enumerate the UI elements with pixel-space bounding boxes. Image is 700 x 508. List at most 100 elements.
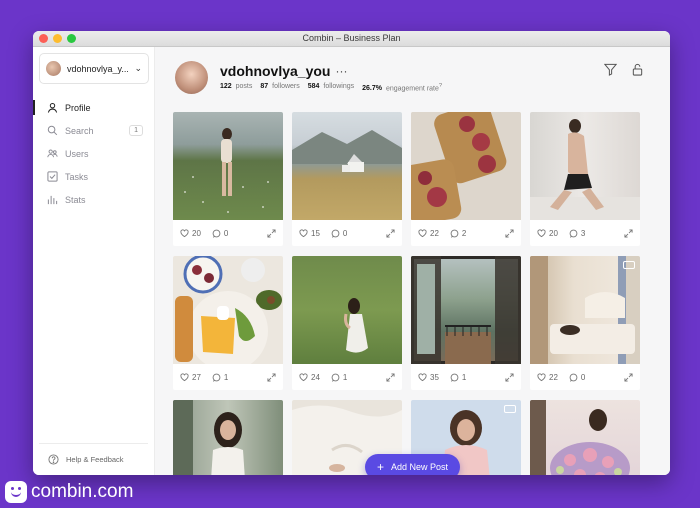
followers-count: 87: [260, 83, 269, 90]
sidebar-item-search[interactable]: Search 1: [33, 119, 155, 142]
post-photo[interactable]: [292, 256, 402, 364]
photo-woman-in-grass: [344, 298, 368, 353]
likes-count: 20: [549, 228, 558, 238]
heart-icon: [537, 372, 546, 381]
post-photo[interactable]: [411, 112, 521, 220]
profile-stats: 122 posts 87 followers 584 followings 26…: [220, 83, 442, 92]
expand-icon[interactable]: [267, 228, 276, 238]
post-stats: 24 1: [292, 364, 402, 390]
post-stats: 22 0: [530, 364, 640, 390]
combin-brand: combin.com: [5, 481, 133, 503]
user-icon: [47, 102, 58, 113]
sidebar-item-label: Profile: [65, 102, 91, 113]
add-new-post-button[interactable]: + Add New Post: [365, 454, 460, 475]
comments-count: 3: [580, 228, 586, 238]
account-selector[interactable]: vdohnovlya_y... ⌄: [39, 53, 149, 84]
likes-count: 24: [311, 372, 320, 382]
post-card[interactable]: 22 0: [530, 256, 640, 390]
post-photo[interactable]: [173, 400, 283, 475]
post-photo[interactable]: [292, 112, 402, 220]
post-photo[interactable]: [530, 400, 640, 475]
expand-icon[interactable]: [386, 228, 395, 238]
account-name: vdohnovlya_y...: [67, 63, 129, 74]
video-icon: [623, 261, 635, 269]
sidebar-item-label: Stats: [65, 194, 86, 205]
followers-label: followers: [272, 83, 300, 90]
posts-label: posts: [235, 83, 253, 90]
comments-count: 1: [461, 372, 467, 382]
post-card[interactable]: 15 0: [292, 112, 402, 246]
sidebar-item-stats[interactable]: Stats: [33, 188, 155, 211]
comments-count: 1: [223, 372, 229, 382]
sidebar-item-users[interactable]: Users: [33, 142, 155, 165]
comments-count: 0: [223, 228, 229, 238]
sidebar-item-profile[interactable]: Profile: [33, 96, 155, 119]
post-card[interactable]: 20 0: [173, 112, 283, 246]
post-photo[interactable]: [173, 256, 283, 364]
comment-icon: [212, 229, 221, 238]
plus-icon: +: [376, 460, 384, 474]
search-count-badge: 1: [129, 125, 143, 136]
combin-logo-icon: [5, 481, 27, 503]
expand-icon[interactable]: [386, 372, 395, 382]
sidebar-item-label: Users: [65, 148, 89, 159]
photo-breakfast-table: [175, 256, 282, 364]
video-icon: [504, 405, 516, 413]
heart-icon: [299, 372, 308, 381]
likes-count: 22: [549, 372, 558, 382]
comments-count: 1: [342, 372, 348, 382]
brand-name: combin.com: [31, 481, 134, 502]
info-icon[interactable]: ?: [439, 83, 442, 89]
users-icon: [47, 149, 58, 158]
post-card[interactable]: 20 3: [530, 112, 640, 246]
unlock-icon[interactable]: [631, 63, 644, 76]
photo-fig-toast: [411, 112, 521, 220]
expand-icon[interactable]: [505, 372, 514, 382]
post-stats: 15 0: [292, 220, 402, 246]
post-stats: 35 1: [411, 364, 521, 390]
help-feedback-link[interactable]: Help & Feedback: [39, 443, 148, 475]
sidebar-item-tasks[interactable]: Tasks: [33, 165, 155, 188]
help-label: Help & Feedback: [66, 455, 124, 464]
toolbar: [604, 63, 644, 76]
post-photo[interactable]: [173, 112, 283, 220]
post-photo[interactable]: [411, 256, 521, 364]
comments-count: 2: [461, 228, 467, 238]
post-photo[interactable]: [530, 256, 640, 364]
comment-icon: [450, 229, 459, 238]
comment-icon: [569, 229, 578, 238]
post-card[interactable]: 22 2: [411, 112, 521, 246]
comment-icon: [331, 373, 340, 382]
expand-icon[interactable]: [624, 228, 633, 238]
account-avatar: [46, 61, 61, 76]
expand-icon[interactable]: [267, 372, 276, 382]
post-card[interactable]: 35 1: [411, 256, 521, 390]
profile-username: vdohnovlya_you: [220, 63, 331, 79]
comment-icon: [331, 229, 340, 238]
sidebar-item-label: Tasks: [65, 171, 89, 182]
likes-count: 22: [430, 228, 439, 238]
heart-icon: [537, 228, 546, 237]
post-photo[interactable]: [530, 112, 640, 220]
more-options-icon[interactable]: ···: [335, 64, 347, 78]
post-stats: 20 3: [530, 220, 640, 246]
post-card[interactable]: [173, 400, 283, 475]
heart-icon: [180, 228, 189, 237]
comment-icon: [450, 373, 459, 382]
help-icon: [48, 454, 59, 465]
post-stats: 27 1: [173, 364, 283, 390]
post-card[interactable]: [530, 400, 640, 475]
profile-avatar: [175, 61, 208, 94]
main-content: vdohnovlya_you ··· 122 posts 87 follower…: [155, 47, 670, 475]
posts-count: 122: [220, 83, 232, 90]
post-card[interactable]: 24 1: [292, 256, 402, 390]
post-card[interactable]: 27 1: [173, 256, 283, 390]
window-title: Combin – Business Plan: [302, 33, 401, 43]
engagement-rate-label: engagement rate: [385, 85, 439, 93]
comments-count: 0: [342, 228, 348, 238]
expand-icon[interactable]: [505, 228, 514, 238]
posts-grid: 20 0 15 0 22 2 20 3 27 1 24 1 35 1 22 0: [173, 112, 640, 475]
expand-icon[interactable]: [624, 372, 633, 382]
filter-icon[interactable]: [604, 63, 617, 76]
title-bar: Combin – Business Plan: [33, 31, 670, 47]
